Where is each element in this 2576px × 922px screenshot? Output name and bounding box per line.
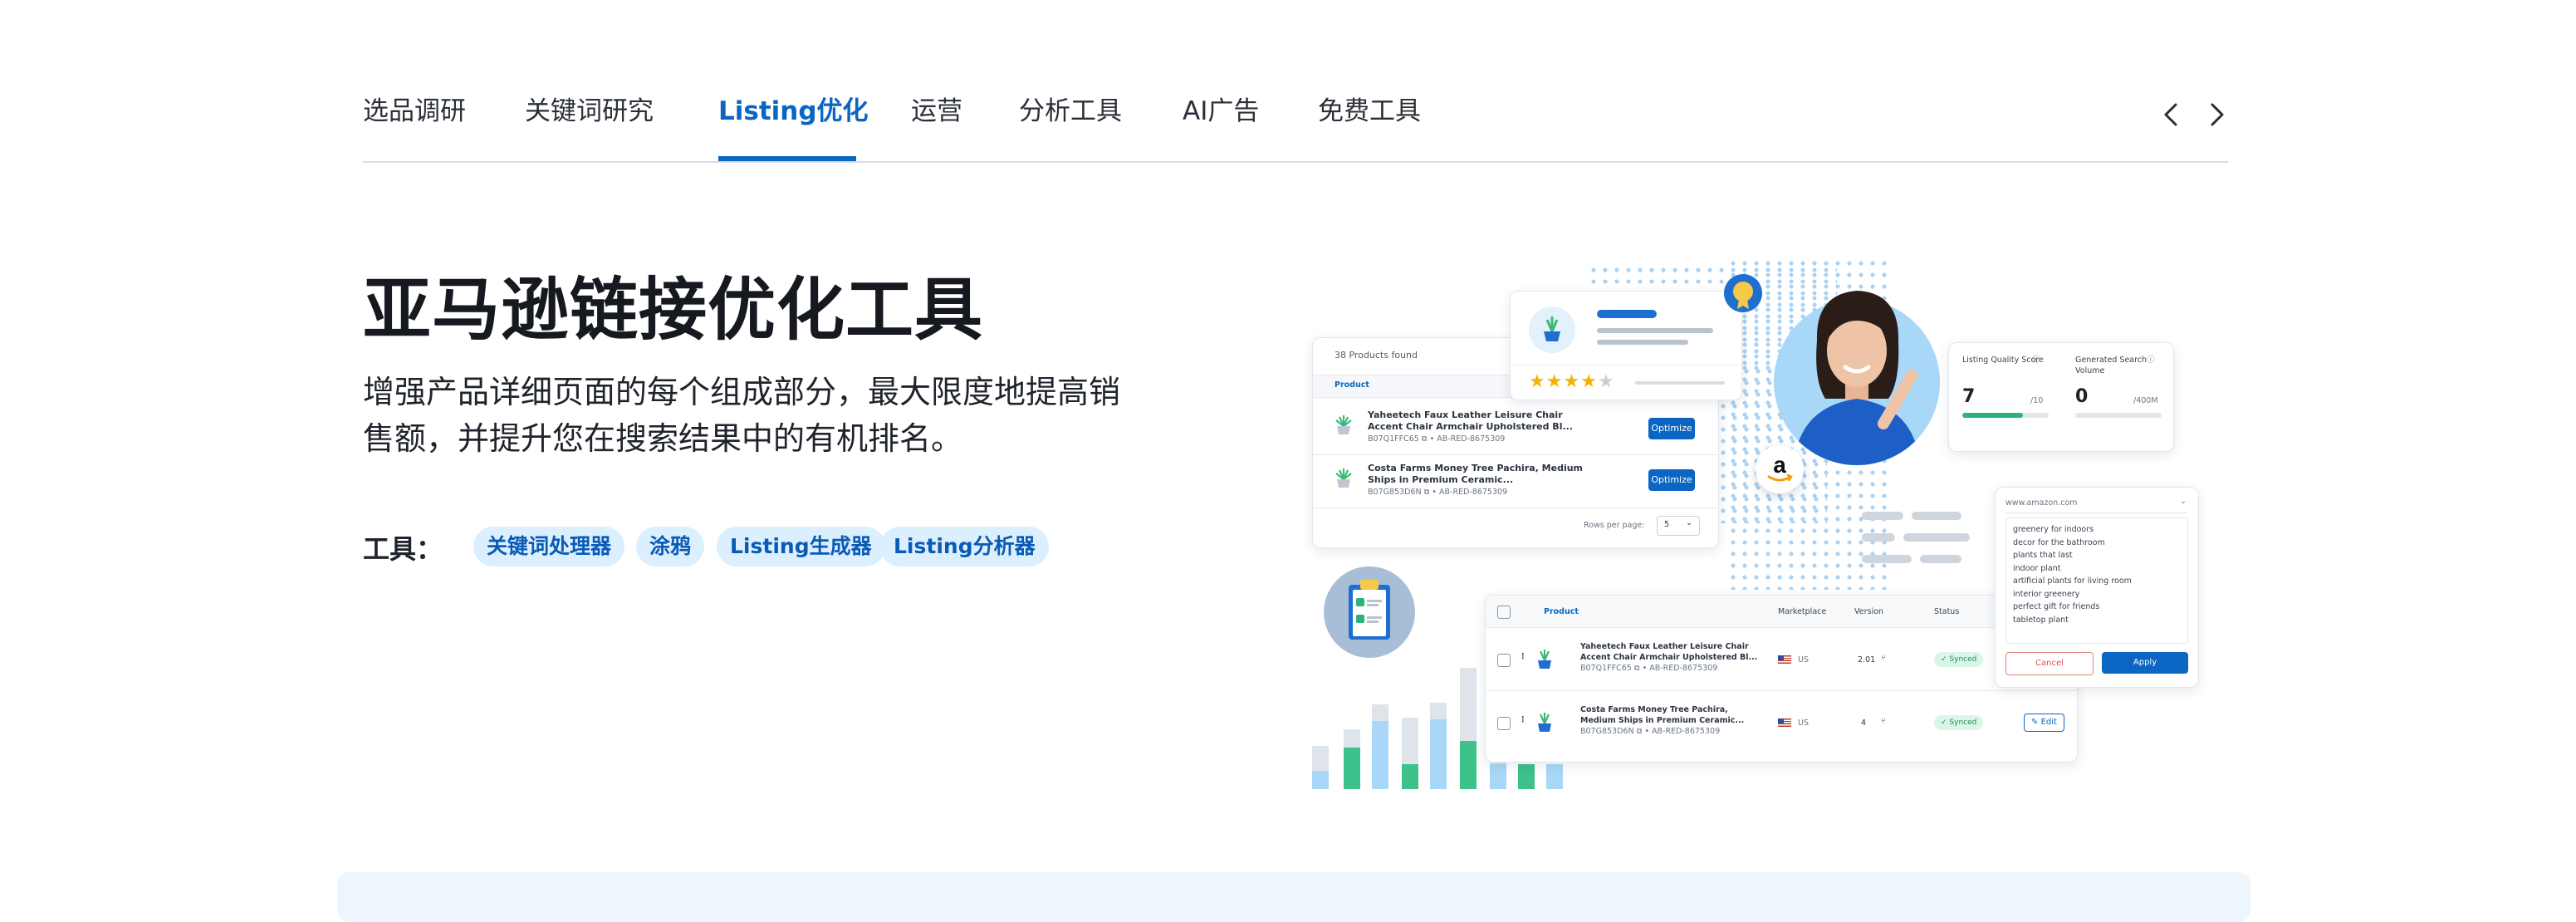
marketplace-select[interactable]: www.amazon.com ⌄ bbox=[2005, 496, 2187, 513]
keyword-item: plants that last bbox=[2013, 551, 2073, 560]
column-product[interactable]: Product bbox=[1544, 607, 1579, 616]
keyword-item: decor for the bathroom bbox=[2013, 537, 2105, 547]
listings-table-card: Product Marketplace Version Status ⋮ Yah… bbox=[1485, 595, 2078, 763]
gsv-max: /400M bbox=[2133, 396, 2158, 405]
plant-icon bbox=[1534, 649, 1555, 670]
optimize-button[interactable]: Optimize bbox=[1648, 418, 1695, 439]
status-badge: ✓ Synced bbox=[1934, 652, 1984, 667]
chevron-down-icon: ⌄ bbox=[2180, 497, 2187, 506]
star-icon: ★ bbox=[1529, 371, 1546, 392]
product-meta: B07G853D6N ⧉ • AB-RED-8675309 bbox=[1368, 488, 1508, 497]
column-status[interactable]: Status bbox=[1934, 607, 1959, 616]
clipboard-icon bbox=[1324, 566, 1415, 658]
info-icon: ⓘ bbox=[2032, 356, 2040, 365]
row-meta: B07Q1FFC65 ⧉ • AB-RED-8675309 bbox=[1580, 664, 1718, 673]
us-flag-icon bbox=[1778, 655, 1791, 664]
star-icon: ★ bbox=[1580, 371, 1598, 392]
lqs-progress-track bbox=[1962, 413, 2049, 418]
product-meta: B07Q1FFC65 ⧉ • AB-RED-8675309 bbox=[1368, 434, 1506, 444]
info-icon: ⓘ bbox=[2147, 356, 2155, 365]
keyword-item: greenery for indoors bbox=[2013, 525, 2094, 534]
tab-ai-ads[interactable]: AI广告 bbox=[1183, 90, 1259, 127]
gsv-label: Generated Search Volume bbox=[2075, 356, 2147, 375]
svg-text:a: a bbox=[1773, 452, 1786, 478]
tool-chip-keyword-processor[interactable]: 关键词处理器 bbox=[473, 527, 625, 566]
chevron-left-icon[interactable] bbox=[2155, 98, 2188, 131]
tab-listing-optimization[interactable]: Listing优化 bbox=[718, 90, 869, 127]
tab-keyword-research[interactable]: 关键词研究 bbox=[525, 90, 654, 127]
product-thumbnail bbox=[1529, 307, 1575, 353]
row-title-line2: Medium Ships in Premium Ceramic... bbox=[1580, 716, 1745, 725]
person-avatar bbox=[1774, 282, 1940, 465]
plant-icon bbox=[1333, 468, 1354, 489]
keywords-textarea[interactable]: greenery for indoors decor for the bathro… bbox=[2005, 517, 2188, 644]
star-icon: ★ bbox=[1545, 371, 1564, 392]
row-title-line1: Yaheetech Faux Leather Leisure Chair bbox=[1580, 642, 1749, 651]
tabs-divider bbox=[363, 161, 2228, 163]
column-marketplace[interactable]: Marketplace bbox=[1778, 607, 1826, 616]
next-section-panel bbox=[337, 872, 2250, 922]
select-all-checkbox[interactable] bbox=[1497, 606, 1511, 619]
keyword-item: tabletop plant bbox=[2013, 615, 2069, 625]
tool-chip-listing-analyzer[interactable]: Listing分析器 bbox=[880, 527, 1049, 566]
keywords-card: www.amazon.com ⌄ greenery for indoors dec… bbox=[1995, 487, 2199, 688]
cancel-button[interactable]: Cancel bbox=[2005, 652, 2094, 675]
hero-illustration: 38 Products found Product Yaheetech Faux… bbox=[1295, 257, 2217, 789]
tab-analytics-tools[interactable]: 分析工具 bbox=[1019, 90, 1122, 127]
award-badge-icon bbox=[1724, 274, 1762, 312]
kebab-menu-icon[interactable]: ⋮ bbox=[1519, 715, 1527, 724]
tool-chip-listing-builder[interactable]: Listing生成器 bbox=[717, 527, 885, 566]
rows-per-page-select[interactable]: 5 ⌄ bbox=[1657, 516, 1700, 536]
row-title-line1: Costa Farms Money Tree Pachira, bbox=[1580, 705, 1728, 714]
listing-score-card: Listing Quality Score ⓘ 7 /10 Generated … bbox=[1948, 342, 2174, 452]
column-version[interactable]: Version bbox=[1854, 607, 1883, 616]
tab-product-research[interactable]: 选品调研 bbox=[363, 90, 466, 127]
page-title: 亚马逊链接优化工具 bbox=[363, 271, 984, 350]
listing-preview-card: ★★★★★ bbox=[1510, 291, 1742, 400]
row-version: 2.01 bbox=[1858, 655, 1876, 665]
apply-button[interactable]: Apply bbox=[2102, 652, 2188, 674]
tab-operations[interactable]: 运营 bbox=[911, 90, 962, 127]
branch-icon: ⑂ bbox=[1881, 654, 1886, 663]
page-description: 增强产品详细页面的每个组成部分，最大限度地提高销售额，并提升您在搜索结果中的有机… bbox=[363, 374, 1121, 457]
row-version: 4 bbox=[1861, 718, 1867, 728]
keyword-item: interior greenery bbox=[2013, 589, 2080, 599]
row-marketplace: US bbox=[1798, 718, 1809, 728]
keyword-item: perfect gift for friends bbox=[2013, 602, 2100, 611]
gsv-value: 0 bbox=[2075, 386, 2089, 407]
category-tabs: 选品调研 关键词研究 Listing优化 运营 分析工具 AI广告 免费工具 bbox=[363, 83, 2228, 163]
rows-per-page-label: Rows per page: bbox=[1584, 521, 1645, 530]
lqs-value: 7 bbox=[1962, 386, 1976, 407]
products-count: 38 Products found bbox=[1335, 350, 1418, 360]
star-icon: ★ bbox=[1563, 371, 1581, 392]
product-title: Yaheetech Faux Leather Leisure Chair Acc… bbox=[1368, 410, 1573, 432]
rating-stars: ★★★★★ bbox=[1529, 371, 1615, 392]
row-meta: B07G853D6N ⧉ • AB-RED-8675309 bbox=[1580, 727, 1721, 736]
plant-icon bbox=[1534, 712, 1555, 733]
tools-label: 工具： bbox=[363, 533, 443, 565]
keyword-item: indoor plant bbox=[2013, 563, 2061, 573]
optimize-button[interactable]: Optimize bbox=[1648, 469, 1695, 491]
tab-free-tools[interactable]: 免费工具 bbox=[1318, 90, 1421, 127]
tool-chip-doodle[interactable]: 涂鸦 bbox=[636, 527, 705, 566]
product-column-header[interactable]: Product bbox=[1335, 380, 1369, 390]
row-checkbox[interactable] bbox=[1497, 717, 1511, 730]
lqs-progress-fill bbox=[1962, 413, 2023, 418]
star-icon: ★ bbox=[1597, 371, 1615, 392]
chevron-down-icon: ⌄ bbox=[1686, 518, 1692, 527]
edit-button[interactable]: ✎ Edit bbox=[2024, 714, 2064, 732]
amazon-logo-icon: a bbox=[1756, 445, 1804, 493]
chevron-right-icon[interactable] bbox=[2200, 98, 2233, 131]
lqs-max: /10 bbox=[2030, 396, 2044, 405]
branch-icon: ⑂ bbox=[1881, 717, 1886, 726]
keyword-item: artificial plants for living room bbox=[2013, 576, 2132, 586]
row-title-line2: Accent Chair Armchair Upholstered Bl... bbox=[1580, 653, 1758, 662]
row-marketplace: US bbox=[1798, 655, 1809, 665]
row-checkbox[interactable] bbox=[1497, 654, 1511, 667]
product-title: Costa Farms Money Tree Pachira, Medium S… bbox=[1368, 463, 1584, 485]
status-badge: ✓ Synced bbox=[1934, 715, 1984, 730]
kebab-menu-icon[interactable]: ⋮ bbox=[1519, 652, 1527, 661]
us-flag-icon bbox=[1778, 718, 1791, 727]
plant-icon bbox=[1333, 414, 1354, 436]
